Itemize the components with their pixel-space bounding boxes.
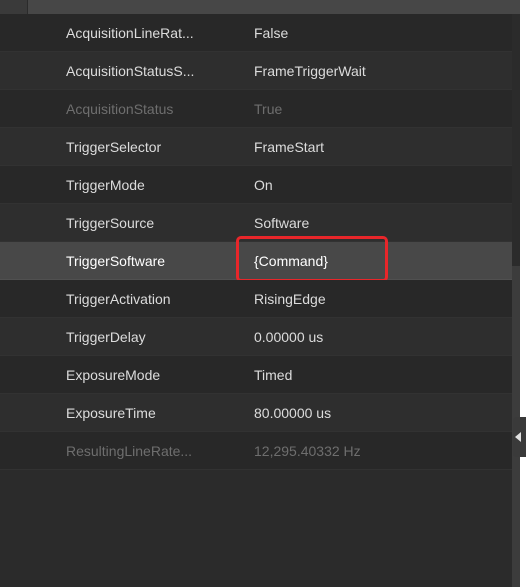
property-row[interactable]: TriggerSource Software <box>0 204 512 242</box>
property-value[interactable]: FrameStart <box>254 128 494 166</box>
property-name: TriggerActivation <box>66 291 171 307</box>
property-name: TriggerDelay <box>66 329 146 345</box>
property-value: 12,295.40332 Hz <box>254 443 361 459</box>
chevron-left-icon <box>515 432 521 442</box>
command-value[interactable]: {Command} <box>254 242 494 280</box>
property-row[interactable]: AcquisitionStatusS... FrameTriggerWait <box>0 52 512 90</box>
property-name: AcquisitionStatusS... <box>66 63 195 79</box>
property-name: ExposureMode <box>66 367 161 383</box>
property-row[interactable]: ExposureTime 80.00000 us <box>0 394 512 432</box>
grid-header-segment <box>0 0 28 14</box>
property-row-selected[interactable]: TriggerSoftware {Command} <box>0 236 512 282</box>
property-name: TriggerSource <box>66 215 155 231</box>
property-grid: AcquisitionLineRat... False AcquisitionS… <box>0 0 520 587</box>
property-row[interactable]: TriggerActivation RisingEdge <box>0 280 512 318</box>
property-row[interactable]: ExposureMode Timed <box>0 356 512 394</box>
property-row-disabled: AcquisitionStatus True <box>0 90 512 128</box>
property-value[interactable]: Software <box>254 204 494 242</box>
property-name: TriggerSoftware <box>66 253 166 269</box>
scrollbar-track-upper[interactable] <box>512 14 520 266</box>
property-row[interactable]: TriggerDelay 0.00000 us <box>0 318 512 356</box>
property-name: ResultingLineRate... <box>66 443 193 459</box>
property-name: AcquisitionStatus <box>66 101 174 117</box>
property-name: TriggerSelector <box>66 139 162 155</box>
property-value[interactable]: 80.00000 us <box>254 394 494 432</box>
screenshot-frame: AcquisitionLineRat... False AcquisitionS… <box>0 0 526 587</box>
property-value[interactable]: On <box>254 166 494 204</box>
property-value[interactable]: Timed <box>254 356 494 394</box>
property-row[interactable]: TriggerMode On <box>0 166 512 204</box>
property-value[interactable]: FrameTriggerWait <box>254 52 494 90</box>
property-rows: AcquisitionLineRat... False AcquisitionS… <box>0 14 512 470</box>
property-value[interactable]: RisingEdge <box>254 280 494 318</box>
property-value[interactable]: 0.00000 us <box>254 318 494 356</box>
property-value[interactable]: False <box>254 14 494 52</box>
grid-header <box>0 0 520 14</box>
property-value: True <box>254 101 283 117</box>
collapse-panel-handle[interactable] <box>513 417 526 457</box>
property-row[interactable]: TriggerSelector FrameStart <box>0 128 512 166</box>
property-row[interactable]: AcquisitionLineRat... False <box>0 14 512 52</box>
property-name: TriggerMode <box>66 177 145 193</box>
property-name: AcquisitionLineRat... <box>66 25 194 41</box>
property-name: ExposureTime <box>66 405 156 421</box>
property-row-disabled: ResultingLineRate... 12,295.40332 Hz <box>0 432 512 470</box>
